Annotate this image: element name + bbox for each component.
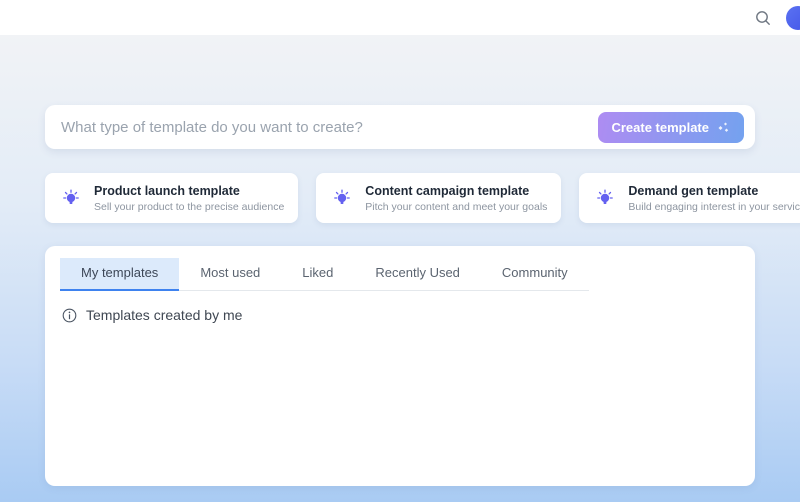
templates-tabs: My templates Most used Liked Recently Us… [60,258,589,291]
tab-community[interactable]: Community [481,258,589,291]
card-subtitle: Pitch your content and meet your goals [365,201,547,213]
avatar[interactable] [786,6,800,30]
empty-state-message: Templates created by me [86,307,242,323]
card-title: Content campaign template [365,184,547,198]
sparkles-icon [716,120,731,135]
info-icon [62,308,77,323]
tab-liked[interactable]: Liked [281,258,354,291]
card-product-launch-template[interactable]: Product launch template Sell your produc… [45,173,298,223]
card-content-campaign-template[interactable]: Content campaign template Pitch your con… [316,173,561,223]
card-demand-gen-template[interactable]: Demand gen template Build engaging inter… [579,173,800,223]
card-title: Demand gen template [628,184,800,198]
create-template-button[interactable]: Create template [598,112,744,143]
card-title: Product launch template [94,184,284,198]
template-prompt-bar: Create template [45,105,755,149]
card-subtitle: Build engaging interest in your services [628,201,800,213]
search-icon[interactable] [752,7,774,29]
create-template-label: Create template [611,120,709,135]
tab-my-templates[interactable]: My templates [60,258,179,291]
lightbulb-icon [61,188,81,208]
templates-panel: My templates Most used Liked Recently Us… [45,246,755,486]
template-prompt-input[interactable] [61,119,598,136]
lightbulb-icon [332,188,352,208]
tab-most-used[interactable]: Most used [179,258,281,291]
top-bar [0,0,800,35]
template-suggestion-cards: Product launch template Sell your produc… [45,173,755,223]
main-content: Create template [0,35,800,502]
empty-state-row: Templates created by me [60,307,740,323]
lightbulb-icon [595,188,615,208]
card-subtitle: Sell your product to the precise audienc… [94,201,284,213]
tab-recently-used[interactable]: Recently Used [354,258,481,291]
